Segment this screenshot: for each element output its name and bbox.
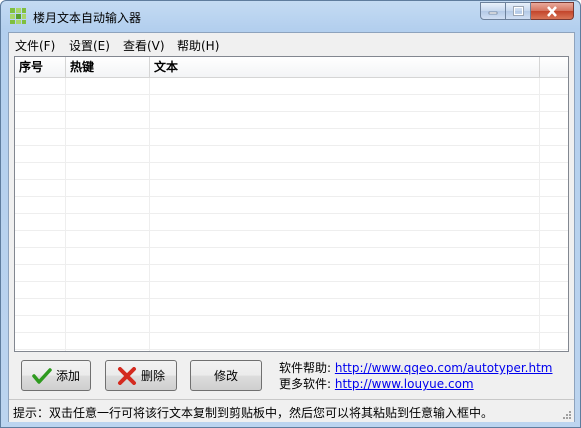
checkmark-icon	[32, 367, 52, 384]
modify-button-label: 修改	[213, 369, 238, 383]
list-body[interactable]	[15, 78, 568, 351]
add-button[interactable]: 添加	[21, 360, 91, 391]
status-text: 提示：双击任意一行可将该行文本复制到剪贴板中，然后您可以将其粘贴到任意输入框中。	[13, 406, 494, 420]
menu-help[interactable]: 帮助(H)	[177, 37, 219, 54]
help-link[interactable]: http://www.qqeo.com/autotyper.htm	[335, 361, 553, 375]
empty-row	[15, 146, 568, 163]
minimize-icon	[488, 11, 498, 15]
app-grid-icon	[10, 8, 26, 24]
status-bar: 提示：双击任意一行可将该行文本复制到剪贴板中，然后您可以将其粘贴到任意输入框中。	[9, 399, 574, 422]
delete-button[interactable]: 删除	[105, 360, 177, 391]
maximize-button[interactable]	[506, 2, 531, 20]
minimize-button[interactable]	[480, 2, 506, 20]
menu-settings[interactable]: 设置(E)	[69, 37, 110, 54]
column-header-text[interactable]: 文本	[150, 57, 540, 77]
title-bar[interactable]: 楼月文本自动输入器	[1, 1, 580, 31]
column-header-index[interactable]: 序号	[15, 57, 66, 77]
window-title: 楼月文本自动输入器	[33, 11, 142, 25]
modify-button[interactable]: 修改	[190, 360, 262, 391]
delete-button-label: 删除	[140, 369, 165, 383]
menu-bar: 文件(F) 设置(E) 查看(V) 帮助(H)	[9, 33, 574, 55]
empty-row	[15, 231, 568, 248]
links-panel: 软件帮助: http://www.qqeo.com/autotyper.htm …	[279, 360, 553, 392]
menu-view[interactable]: 查看(V)	[123, 37, 165, 54]
delete-x-icon	[117, 366, 136, 385]
app-window: 楼月文本自动输入器 文件(F) 设置(E) 查看(V) 帮助(H) 序号 热键 …	[0, 0, 581, 428]
window-controls	[480, 2, 574, 22]
close-button[interactable]	[531, 2, 574, 20]
column-header-hotkey[interactable]: 热键	[66, 57, 150, 77]
empty-row	[15, 333, 568, 350]
empty-row	[15, 180, 568, 197]
more-link-label: 更多软件:	[279, 377, 332, 391]
close-icon	[547, 5, 557, 17]
empty-row	[15, 214, 568, 231]
list-header: 序号 热键 文本	[15, 57, 568, 78]
empty-row	[15, 316, 568, 333]
add-button-label: 添加	[55, 369, 80, 383]
empty-row	[15, 282, 568, 299]
resize-grip-icon[interactable]	[562, 410, 572, 420]
more-software-link[interactable]: http://www.louyue.com	[335, 377, 474, 391]
hotkey-list[interactable]: 序号 热键 文本	[14, 56, 569, 352]
help-link-label: 软件帮助:	[279, 361, 332, 375]
empty-row	[15, 78, 568, 95]
empty-row	[15, 95, 568, 112]
empty-row	[15, 197, 568, 214]
empty-row	[15, 163, 568, 180]
client-area: 文件(F) 设置(E) 查看(V) 帮助(H) 序号 热键 文本 添加 删除 修…	[8, 32, 575, 422]
maximize-icon	[512, 6, 524, 16]
empty-row	[15, 265, 568, 282]
menu-file[interactable]: 文件(F)	[15, 37, 55, 54]
empty-row	[15, 129, 568, 146]
empty-row	[15, 248, 568, 265]
empty-row	[15, 112, 568, 129]
empty-row	[15, 299, 568, 316]
